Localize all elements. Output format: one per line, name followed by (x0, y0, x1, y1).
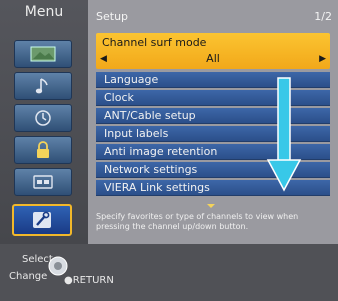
setting-label: Channel surf mode (102, 36, 207, 49)
menu-item-sound[interactable] (14, 72, 72, 100)
right-arrow-icon[interactable]: ▶ (319, 54, 326, 64)
timer-icon (35, 110, 51, 126)
main-menu: Menu (0, 0, 88, 244)
setup-card-icon (33, 175, 53, 189)
menu-title: Menu (24, 4, 64, 20)
channel-surf-mode-setting[interactable]: Channel surf mode ◀ All ▶ (96, 33, 330, 69)
setting-selector[interactable]: ◀ All ▶ (96, 52, 330, 67)
panel-title: Setup (96, 10, 129, 23)
tv-screen: Menu Setup 1/2 Channel surf mode ◀ All ▶… (0, 0, 338, 301)
menu-item-timer[interactable] (14, 104, 72, 132)
menu-item-card[interactable] (14, 168, 72, 196)
setting-value: All (206, 52, 220, 65)
menu-item-lock[interactable] (14, 136, 72, 164)
menu-item-setup[interactable] (12, 204, 72, 236)
setup-tools-icon (33, 211, 51, 228)
page-indicator: 1/2 (314, 10, 332, 23)
button-guide: Select Change ●RETURN (0, 244, 338, 301)
menu-item-picture[interactable] (14, 40, 72, 68)
return-label: ●RETURN (64, 275, 114, 286)
picture-icon (30, 46, 56, 62)
help-text: Specify favorites or type of channels to… (96, 212, 299, 231)
scroll-down-arrow-icon (266, 77, 302, 192)
change-label: Change (9, 271, 48, 282)
sound-icon (35, 78, 48, 94)
remote-dial-icon (48, 256, 68, 276)
scroll-down-indicator-icon (207, 204, 215, 208)
setup-panel: Setup 1/2 Channel surf mode ◀ All ▶ Lang… (88, 0, 338, 244)
lock-icon (37, 141, 49, 158)
